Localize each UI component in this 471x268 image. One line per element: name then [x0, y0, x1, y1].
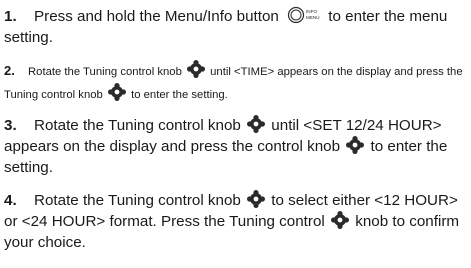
step-text: to enter the setting. — [127, 89, 228, 101]
tuning-knob-icon — [187, 60, 206, 78]
step-2: 2. Rotate the Tuning control knob until <… — [4, 60, 470, 106]
menu-info-button-icon: INFO MENU — [287, 6, 321, 24]
step-number: 1. — [4, 8, 17, 25]
step-text: Rotate the Tuning control knob — [28, 66, 186, 78]
step-text: Rotate the Tuning control knob — [34, 192, 246, 209]
step-3: 3. Rotate the Tuning control knob until <… — [4, 115, 470, 178]
step-text: Press and hold the Menu/Info button — [34, 8, 284, 25]
menu-icon-text-info: INFO — [306, 9, 317, 14]
tuning-knob-icon — [247, 115, 266, 133]
tuning-knob-icon — [346, 136, 365, 154]
step-number: 2. — [4, 63, 15, 78]
tuning-knob-icon — [107, 83, 126, 101]
step-1: 1. Press and hold the Menu/Info button IN… — [4, 6, 470, 48]
tuning-knob-icon — [331, 211, 349, 229]
instruction-page: 1. Press and hold the Menu/Info button IN… — [0, 0, 471, 268]
menu-icon-text-menu: MENU — [306, 15, 320, 20]
tuning-knob-icon — [247, 190, 266, 208]
step-number: 4. — [4, 192, 17, 209]
step-text: Rotate the Tuning control knob — [34, 117, 246, 134]
step-4: 4. Rotate the Tuning control knob to sele… — [4, 190, 470, 253]
step-number: 3. — [4, 117, 17, 134]
